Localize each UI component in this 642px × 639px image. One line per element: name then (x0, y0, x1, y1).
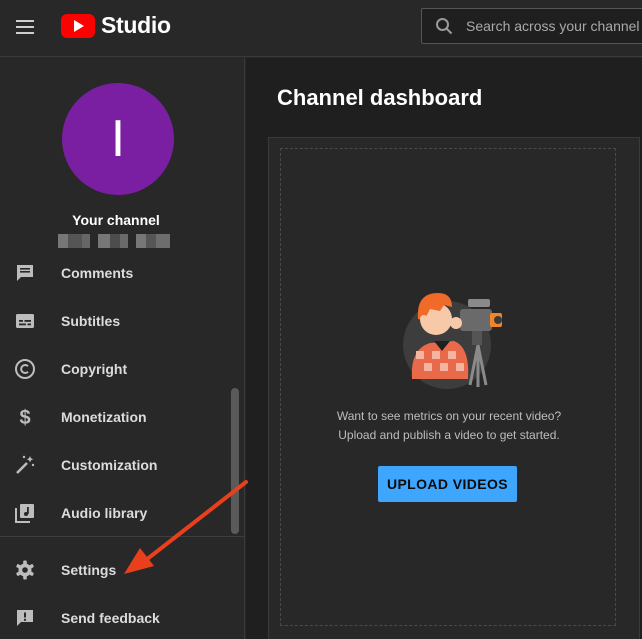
sidebar-item-settings[interactable]: Settings (0, 546, 232, 594)
feedback-icon (12, 605, 38, 631)
copyright-icon (12, 356, 38, 382)
sidebar-item-label: Audio library (61, 505, 148, 521)
main-content: Channel dashboard Want to see metrics on… (246, 58, 642, 639)
sidebar-item-send-feedback[interactable]: Send feedback (0, 594, 232, 639)
sidebar-item-comments[interactable]: Comments (0, 249, 232, 297)
avatar-letter: I (110, 110, 126, 168)
search-input[interactable] (466, 9, 642, 43)
dollar-icon: $ (12, 404, 38, 430)
sidebar-item-subtitles[interactable]: Subtitles (0, 297, 232, 345)
studio-logo[interactable]: Studio (61, 12, 171, 39)
upload-videos-button[interactable]: UPLOAD VIDEOS (378, 466, 517, 502)
empty-state-message: Want to see metrics on your recent video… (281, 407, 617, 445)
sidebar-item-monetization[interactable]: $ Monetization (0, 393, 232, 441)
svg-text:$: $ (19, 407, 30, 428)
sidebar-item-label: Customization (61, 457, 158, 473)
avatar[interactable]: I (62, 83, 174, 195)
channel-label: Your channel (72, 212, 160, 228)
search-box[interactable] (421, 8, 642, 44)
magic-wand-icon (12, 452, 38, 478)
sidebar-item-label: Comments (61, 265, 134, 281)
message-line-2: Upload and publish a video to get starte… (338, 428, 560, 442)
page-title: Channel dashboard (277, 85, 483, 110)
card-dashed-area: Want to see metrics on your recent video… (280, 148, 616, 626)
search-icon[interactable] (422, 9, 466, 43)
sidebar-item-label: Subtitles (61, 313, 121, 329)
sidebar-item-audio-library[interactable]: Audio library (0, 489, 232, 537)
sidebar-item-copyright[interactable]: Copyright (0, 345, 232, 393)
sidebar-item-label: Send feedback (61, 610, 160, 626)
top-app-bar: Studio (0, 0, 642, 57)
sidebar: I Your channel Comments Subtitles Copyri… (0, 58, 245, 639)
logo-text: Studio (101, 12, 171, 38)
sidebar-scrollbar[interactable] (231, 388, 239, 534)
message-line-1: Want to see metrics on your recent video… (336, 409, 562, 423)
audio-library-icon (12, 500, 38, 526)
sidebar-item-label: Monetization (61, 409, 147, 425)
sidebar-item-label: Settings (61, 562, 117, 578)
sidebar-item-customization[interactable]: Customization (0, 441, 232, 489)
gear-icon (12, 557, 38, 583)
camera-operator-illustration (403, 293, 502, 389)
sidebar-item-label: Copyright (61, 361, 128, 377)
menu-icon[interactable] (9, 11, 41, 43)
redacted-channel-handle (58, 234, 170, 248)
sidebar-divider (0, 536, 244, 537)
youtube-logo-icon (61, 13, 95, 38)
subtitles-icon (12, 308, 38, 334)
upload-prompt-card: Want to see metrics on your recent video… (268, 137, 640, 639)
comment-icon (12, 260, 38, 286)
